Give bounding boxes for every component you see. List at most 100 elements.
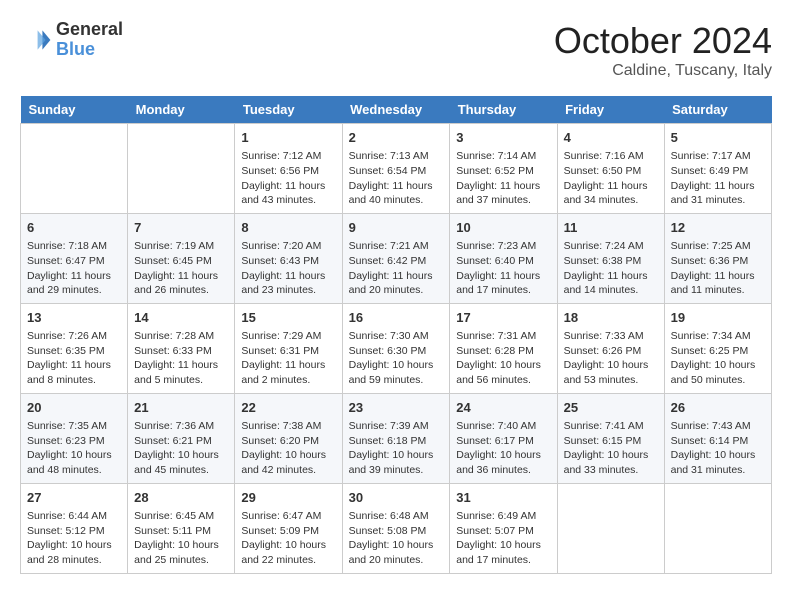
- day-info: Sunrise: 6:45 AM Sunset: 5:11 PM Dayligh…: [134, 509, 228, 568]
- page-header: GeneralBlue October 2024 Caldine, Tuscan…: [20, 20, 772, 80]
- day-number: 11: [564, 219, 658, 237]
- day-info: Sunrise: 7:43 AM Sunset: 6:14 PM Dayligh…: [671, 419, 765, 478]
- calendar-cell: 25 Sunrise: 7:41 AM Sunset: 6:15 PM Dayli…: [557, 393, 664, 483]
- calendar-cell: 9 Sunrise: 7:21 AM Sunset: 6:42 PM Daylig…: [342, 213, 450, 303]
- day-number: 20: [27, 399, 121, 417]
- day-info: Sunrise: 7:41 AM Sunset: 6:15 PM Dayligh…: [564, 419, 658, 478]
- day-number: 6: [27, 219, 121, 237]
- day-info: Sunrise: 7:28 AM Sunset: 6:33 PM Dayligh…: [134, 329, 228, 388]
- day-header-tuesday: Tuesday: [235, 96, 342, 124]
- calendar-cell: 13 Sunrise: 7:26 AM Sunset: 6:35 PM Dayli…: [21, 303, 128, 393]
- calendar-week-row: 6 Sunrise: 7:18 AM Sunset: 6:47 PM Daylig…: [21, 213, 772, 303]
- calendar-cell: [664, 483, 771, 573]
- day-number: 4: [564, 129, 658, 147]
- day-number: 18: [564, 309, 658, 327]
- day-info: Sunrise: 7:17 AM Sunset: 6:49 PM Dayligh…: [671, 149, 765, 208]
- day-header-wednesday: Wednesday: [342, 96, 450, 124]
- day-info: Sunrise: 7:18 AM Sunset: 6:47 PM Dayligh…: [27, 239, 121, 298]
- calendar-cell: 4Sunrise: 7:16 AM Sunset: 6:50 PM Daylig…: [557, 124, 664, 214]
- day-number: 21: [134, 399, 228, 417]
- day-info: Sunrise: 7:31 AM Sunset: 6:28 PM Dayligh…: [456, 329, 550, 388]
- day-info: Sunrise: 6:48 AM Sunset: 5:08 PM Dayligh…: [349, 509, 444, 568]
- calendar-week-row: 20Sunrise: 7:35 AM Sunset: 6:23 PM Dayli…: [21, 393, 772, 483]
- day-info: Sunrise: 7:33 AM Sunset: 6:26 PM Dayligh…: [564, 329, 658, 388]
- day-info: Sunrise: 7:24 AM Sunset: 6:38 PM Dayligh…: [564, 239, 658, 298]
- calendar-cell: 8 Sunrise: 7:20 AM Sunset: 6:43 PM Daylig…: [235, 213, 342, 303]
- calendar-cell: 6 Sunrise: 7:18 AM Sunset: 6:47 PM Daylig…: [21, 213, 128, 303]
- day-info: Sunrise: 7:38 AM Sunset: 6:20 PM Dayligh…: [241, 419, 335, 478]
- day-number: 10: [456, 219, 550, 237]
- day-info: Sunrise: 7:34 AM Sunset: 6:25 PM Dayligh…: [671, 329, 765, 388]
- calendar-cell: 30 Sunrise: 6:48 AM Sunset: 5:08 PM Dayli…: [342, 483, 450, 573]
- day-header-saturday: Saturday: [664, 96, 771, 124]
- calendar-cell: 15Sunrise: 7:29 AM Sunset: 6:31 PM Dayli…: [235, 303, 342, 393]
- day-info: Sunrise: 7:30 AM Sunset: 6:30 PM Dayligh…: [349, 329, 444, 388]
- calendar-body: 1Sunrise: 7:12 AM Sunset: 6:56 PM Daylig…: [21, 124, 772, 574]
- day-number: 26: [671, 399, 765, 417]
- calendar-week-row: 1Sunrise: 7:12 AM Sunset: 6:56 PM Daylig…: [21, 124, 772, 214]
- day-number: 5: [671, 129, 765, 147]
- month-title: October 2024: [554, 20, 772, 62]
- day-info: Sunrise: 7:23 AM Sunset: 6:40 PM Dayligh…: [456, 239, 550, 298]
- day-number: 27: [27, 489, 121, 507]
- calendar-cell: 17 Sunrise: 7:31 AM Sunset: 6:28 PM Dayli…: [450, 303, 557, 393]
- day-info: Sunrise: 7:25 AM Sunset: 6:36 PM Dayligh…: [671, 239, 765, 298]
- day-info: Sunrise: 7:36 AM Sunset: 6:21 PM Dayligh…: [134, 419, 228, 478]
- day-info: Sunrise: 7:40 AM Sunset: 6:17 PM Dayligh…: [456, 419, 550, 478]
- logo: GeneralBlue: [20, 20, 123, 60]
- day-number: 28: [134, 489, 228, 507]
- day-number: 12: [671, 219, 765, 237]
- calendar-cell: 14 Sunrise: 7:28 AM Sunset: 6:33 PM Dayli…: [128, 303, 235, 393]
- calendar-week-row: 27 Sunrise: 6:44 AM Sunset: 5:12 PM Dayli…: [21, 483, 772, 573]
- calendar-cell: 5 Sunrise: 7:17 AM Sunset: 6:49 PM Daylig…: [664, 124, 771, 214]
- day-info: Sunrise: 7:19 AM Sunset: 6:45 PM Dayligh…: [134, 239, 228, 298]
- calendar-cell: 1Sunrise: 7:12 AM Sunset: 6:56 PM Daylig…: [235, 124, 342, 214]
- day-number: 8: [241, 219, 335, 237]
- day-info: Sunrise: 7:29 AM Sunset: 6:31 PM Dayligh…: [241, 329, 335, 388]
- day-info: Sunrise: 6:44 AM Sunset: 5:12 PM Dayligh…: [27, 509, 121, 568]
- day-number: 19: [671, 309, 765, 327]
- day-info: Sunrise: 6:47 AM Sunset: 5:09 PM Dayligh…: [241, 509, 335, 568]
- day-number: 13: [27, 309, 121, 327]
- logo-icon: [20, 24, 52, 56]
- calendar-cell: 7 Sunrise: 7:19 AM Sunset: 6:45 PM Daylig…: [128, 213, 235, 303]
- day-info: Sunrise: 7:26 AM Sunset: 6:35 PM Dayligh…: [27, 329, 121, 388]
- calendar-cell: 20Sunrise: 7:35 AM Sunset: 6:23 PM Dayli…: [21, 393, 128, 483]
- day-header-thursday: Thursday: [450, 96, 557, 124]
- day-number: 9: [349, 219, 444, 237]
- calendar-cell: 29Sunrise: 6:47 AM Sunset: 5:09 PM Dayli…: [235, 483, 342, 573]
- day-header-sunday: Sunday: [21, 96, 128, 124]
- day-number: 31: [456, 489, 550, 507]
- day-info: Sunrise: 7:21 AM Sunset: 6:42 PM Dayligh…: [349, 239, 444, 298]
- calendar-cell: 21 Sunrise: 7:36 AM Sunset: 6:21 PM Dayli…: [128, 393, 235, 483]
- calendar-cell: [128, 124, 235, 214]
- day-info: Sunrise: 7:14 AM Sunset: 6:52 PM Dayligh…: [456, 149, 550, 208]
- day-number: 23: [349, 399, 444, 417]
- calendar-cell: 2Sunrise: 7:13 AM Sunset: 6:54 PM Daylig…: [342, 124, 450, 214]
- day-number: 7: [134, 219, 228, 237]
- day-info: Sunrise: 6:49 AM Sunset: 5:07 PM Dayligh…: [456, 509, 550, 568]
- day-number: 1: [241, 129, 335, 147]
- calendar-cell: 26 Sunrise: 7:43 AM Sunset: 6:14 PM Dayli…: [664, 393, 771, 483]
- calendar-cell: 18 Sunrise: 7:33 AM Sunset: 6:26 PM Dayli…: [557, 303, 664, 393]
- day-number: 16: [349, 309, 444, 327]
- calendar-cell: 3Sunrise: 7:14 AM Sunset: 6:52 PM Daylig…: [450, 124, 557, 214]
- day-number: 24: [456, 399, 550, 417]
- calendar-cell: 12 Sunrise: 7:25 AM Sunset: 6:36 PM Dayli…: [664, 213, 771, 303]
- day-number: 2: [349, 129, 444, 147]
- calendar-week-row: 13 Sunrise: 7:26 AM Sunset: 6:35 PM Dayli…: [21, 303, 772, 393]
- calendar-cell: 24 Sunrise: 7:40 AM Sunset: 6:17 PM Dayli…: [450, 393, 557, 483]
- day-header-friday: Friday: [557, 96, 664, 124]
- day-header-monday: Monday: [128, 96, 235, 124]
- day-info: Sunrise: 7:20 AM Sunset: 6:43 PM Dayligh…: [241, 239, 335, 298]
- day-info: Sunrise: 7:39 AM Sunset: 6:18 PM Dayligh…: [349, 419, 444, 478]
- day-number: 30: [349, 489, 444, 507]
- calendar-header-row: SundayMondayTuesdayWednesdayThursdayFrid…: [21, 96, 772, 124]
- day-number: 25: [564, 399, 658, 417]
- title-block: October 2024 Caldine, Tuscany, Italy: [554, 20, 772, 80]
- location: Caldine, Tuscany, Italy: [554, 62, 772, 80]
- calendar-cell: 22Sunrise: 7:38 AM Sunset: 6:20 PM Dayli…: [235, 393, 342, 483]
- day-number: 14: [134, 309, 228, 327]
- day-number: 17: [456, 309, 550, 327]
- calendar-table: SundayMondayTuesdayWednesdayThursdayFrid…: [20, 96, 772, 574]
